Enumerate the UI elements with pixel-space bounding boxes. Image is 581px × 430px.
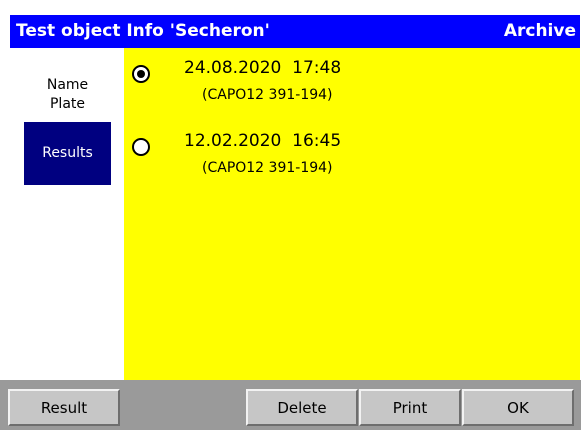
list-item[interactable]: 24.08.2020 17:48 (CAPO12 391-194) (124, 58, 580, 118)
sidebar-item-label-line2: Plate (49, 96, 85, 112)
result-datetime: 24.08.2020 17:48 (184, 58, 342, 78)
sidebar: Name Plate Results (10, 48, 124, 380)
radio-button-selected[interactable] (132, 65, 150, 83)
result-device: (CAPO12 391-194) (202, 87, 333, 103)
ok-button[interactable]: OK (462, 389, 574, 426)
sidebar-item-results[interactable]: Results (24, 122, 111, 185)
print-button[interactable]: Print (359, 389, 461, 426)
sidebar-item-name-plate[interactable]: Name Plate (24, 74, 111, 119)
window-title: Test object Info 'Secheron' (16, 21, 270, 41)
result-device: (CAPO12 391-194) (202, 160, 333, 176)
radio-button[interactable] (132, 138, 150, 156)
results-list: 24.08.2020 17:48 (CAPO12 391-194) 12.02.… (124, 48, 580, 380)
list-item[interactable]: 12.02.2020 16:45 (CAPO12 391-194) (124, 131, 580, 191)
mode-label: Archive (503, 21, 576, 41)
sidebar-item-label: Results (42, 145, 93, 161)
delete-button[interactable]: Delete (246, 389, 358, 426)
result-button[interactable]: Result (8, 389, 120, 426)
app-window: Test object Info 'Secheron' Archive Name… (0, 0, 581, 430)
radio-dot (137, 70, 145, 78)
sidebar-item-label-line1: Name (46, 77, 89, 93)
bottom-toolbar: Result Delete Print OK (0, 380, 581, 430)
result-datetime: 12.02.2020 16:45 (184, 131, 342, 151)
title-bar: Test object Info 'Secheron' Archive (10, 15, 580, 48)
